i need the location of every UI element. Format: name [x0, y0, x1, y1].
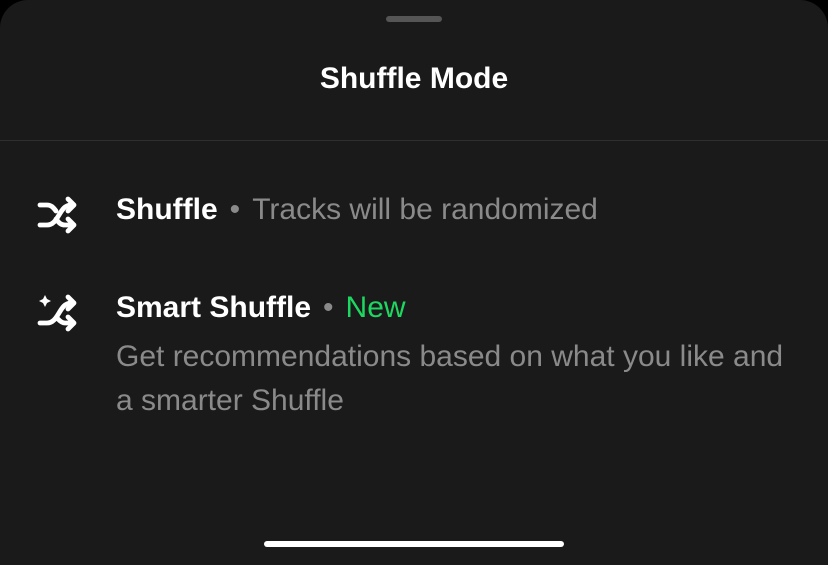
- separator-dot: •: [323, 293, 334, 323]
- option-smart-shuffle[interactable]: Smart Shuffle • New Get recommendations …: [34, 279, 794, 462]
- option-body: Smart Shuffle • New Get recommendations …: [116, 289, 794, 422]
- separator-dot: •: [230, 195, 241, 225]
- shuffle-icon: [34, 191, 82, 239]
- option-description: Get recommendations based on what you li…: [116, 335, 794, 422]
- option-shuffle[interactable]: Shuffle • Tracks will be randomized: [34, 181, 794, 279]
- option-title-row: Smart Shuffle • New: [116, 291, 794, 325]
- option-inline-sub: Tracks will be randomized: [252, 193, 598, 227]
- option-body: Shuffle • Tracks will be randomized: [116, 191, 794, 227]
- new-badge: New: [346, 291, 406, 325]
- sheet-header: Shuffle Mode: [0, 22, 828, 141]
- smart-shuffle-icon: [34, 289, 82, 337]
- sheet-title: Shuffle Mode: [0, 62, 828, 96]
- options-list: Shuffle • Tracks will be randomized Smar: [0, 141, 828, 462]
- option-title: Smart Shuffle: [116, 291, 311, 325]
- home-indicator[interactable]: [264, 541, 564, 547]
- option-title: Shuffle: [116, 193, 218, 227]
- option-title-row: Shuffle • Tracks will be randomized: [116, 193, 794, 227]
- shuffle-mode-sheet: Shuffle Mode Shuffle • Tracks will be ra…: [0, 0, 828, 565]
